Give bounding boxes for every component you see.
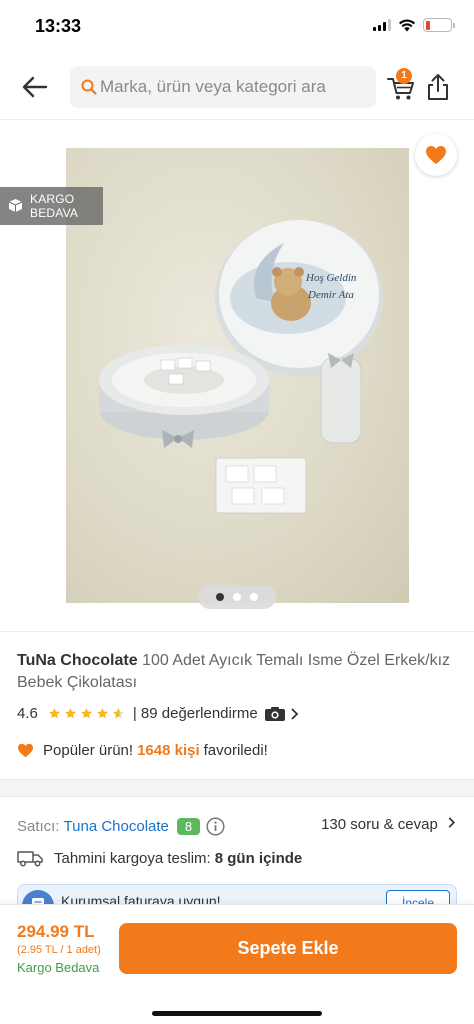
product-image[interactable]: Hoş Geldin Demir Ata (66, 148, 409, 603)
product-photo-illustration: Hoş Geldin Demir Ata (99, 220, 383, 514)
cart-badge: 1 (396, 68, 412, 84)
box-icon (8, 199, 23, 212)
qa-link[interactable]: 130 soru & cevap (321, 816, 457, 833)
product-info: TuNa Chocolate 100 Adet Ayıcık Temalı Is… (0, 631, 474, 779)
share-icon (428, 74, 448, 100)
camera-icon (264, 706, 285, 721)
gallery-pagination[interactable] (198, 585, 276, 609)
share-button[interactable] (424, 72, 452, 102)
star-icon (96, 708, 108, 719)
free-shipping-label: Kargo Bedava (17, 960, 100, 975)
home-indicator (152, 1011, 322, 1016)
product-gallery[interactable]: Hoş Geldin Demir Ata KARGO BEDAVA (0, 121, 474, 631)
star-icon (48, 708, 60, 719)
half-star-icon (112, 708, 124, 719)
free-shipping-badge: KARGO BEDAVA (0, 187, 103, 225)
delivery-label: Tahmini kargoya teslim: (54, 849, 211, 867)
heart-icon (426, 146, 446, 164)
free-shipping-line2: BEDAVA (30, 206, 79, 220)
add-to-cart-button[interactable]: Sepete Ekle (119, 923, 457, 974)
delivery-row: Tahmini kargoya teslim: 8 gün içinde (17, 849, 302, 867)
seller-score-badge: 8 (176, 817, 201, 835)
popular-suffix: favoriledi! (203, 742, 268, 759)
price: 294.99 TL (17, 922, 95, 941)
seller-row: Satıcı: Tuna Chocolate 8 130 soru & ceva… (17, 814, 457, 838)
pagination-dot[interactable] (216, 593, 224, 601)
chevron-right-icon (291, 707, 298, 720)
seller-name[interactable]: Tuna Chocolate (64, 818, 169, 835)
truck-icon (17, 851, 43, 867)
info-icon[interactable] (206, 816, 225, 836)
battery-icon (423, 18, 455, 32)
star-icon (64, 708, 76, 719)
status-icons (373, 18, 455, 32)
delivery-value: 8 gün içinde (214, 849, 303, 867)
pagination-dot[interactable] (250, 593, 258, 601)
section-divider (0, 779, 474, 797)
product-brand[interactable]: TuNa Chocolate (17, 652, 138, 669)
product-title: TuNa Chocolate 100 Adet Ayıcık Temalı Is… (17, 650, 457, 694)
rating-score: 4.6 (17, 705, 38, 722)
heart-icon (18, 743, 33, 758)
popular-count: 1648 kişi (137, 742, 200, 759)
rating-stars (48, 707, 125, 720)
arrow-left-icon (22, 76, 48, 98)
lid-text-line2: Demir Ata (307, 289, 354, 301)
seller-label: Satıcı: (17, 817, 60, 835)
pagination-dot[interactable] (233, 593, 241, 601)
review-count[interactable]: | 89 değerlendirme (133, 705, 258, 722)
signal-icon (373, 19, 391, 31)
search-input[interactable] (100, 66, 370, 108)
popular-prefix: Popüler ürün! (43, 742, 134, 759)
free-shipping-line1: KARGO (30, 192, 75, 206)
rating-row[interactable]: 4.6 | 89 değerlendirme (17, 705, 300, 722)
status-bar: 13:33 (0, 0, 474, 56)
star-icon (80, 708, 92, 719)
favorite-button[interactable] (415, 134, 457, 176)
wifi-icon (399, 19, 415, 31)
status-time: 13:33 (35, 16, 82, 36)
popular-row: Popüler ürün! 1648 kişi favoriledi! (17, 742, 268, 759)
top-nav: 1 (0, 56, 474, 120)
chevron-right-icon (448, 817, 456, 828)
search-bar[interactable] (70, 66, 376, 108)
lid-text-line1: Hoş Geldin (305, 272, 357, 284)
bottom-purchase-bar: 294.99 TL (2.95 TL / 1 adet) Kargo Bedav… (0, 904, 474, 1024)
qa-link-label: 130 soru & cevap (321, 816, 438, 833)
search-icon (81, 79, 97, 95)
unit-price: (2.95 TL / 1 adet) (17, 944, 101, 956)
back-button[interactable] (18, 72, 52, 102)
